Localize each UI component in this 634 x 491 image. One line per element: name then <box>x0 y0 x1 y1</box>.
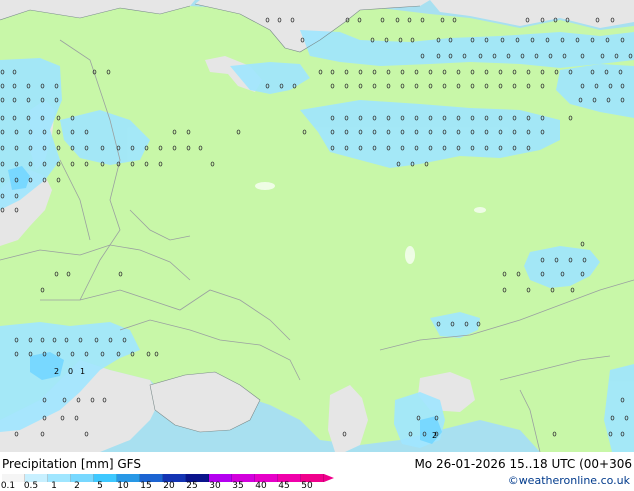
map-canvas: 2 1 0 2 <box>0 0 634 452</box>
map-footer: Precipitation [mm] GFS Mo 26-01-2026 15.… <box>0 452 634 491</box>
precip-value-3: 0 <box>68 367 73 376</box>
precip-value-1: 2 <box>54 367 59 376</box>
credit-link[interactable]: ©weatheronline.co.uk <box>508 474 630 487</box>
forecast-time: Mo 26-01-2026 15..18 UTC (00+306 <box>414 457 632 471</box>
precip-value-2: 1 <box>80 367 85 376</box>
precipitation-map: 2 1 0 2 <box>0 0 634 452</box>
precip-value-4: 2 <box>432 431 437 440</box>
map-title: Precipitation [mm] GFS <box>2 457 141 471</box>
legend-arrow <box>324 474 334 482</box>
